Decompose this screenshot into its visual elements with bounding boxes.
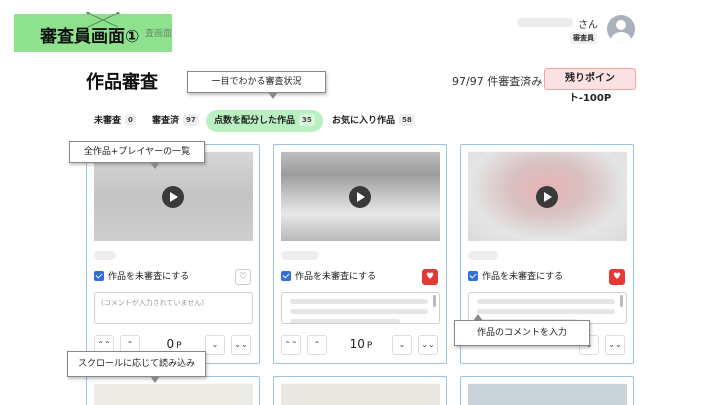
tab-count: 97 [183,114,199,126]
review-progress: 97/97 件審査済み [452,75,543,88]
unreviewed-checkbox-label: 作品を未審査にする [482,272,564,282]
tab-favorites[interactable]: お気に入り作品 58 [332,110,415,132]
work-card [460,376,634,405]
work-card [86,376,260,405]
chevron-down-icon[interactable]: ⌄ [205,335,225,355]
video-thumbnail[interactable] [94,152,253,241]
user-name-blurred [517,18,573,27]
callout-glance: 一目でわかる審査状況 [187,71,326,99]
work-name-blurred [94,251,116,260]
callout-comment-input: 作品のコメントを入力 [454,314,590,346]
double-chevron-up-icon[interactable]: ⌃⌃ [281,335,301,355]
double-chevron-down-icon[interactable]: ⌄⌄ [605,335,625,355]
user-avatar-icon[interactable] [607,15,635,43]
video-thumbnail[interactable] [94,384,253,405]
video-thumbnail[interactable] [468,384,627,405]
callout-scroll-load: スクロールに応じて読み込み [67,351,206,383]
user-honorific: さん [578,20,598,31]
play-icon[interactable] [349,186,371,208]
user-role-badge: 審査員 [570,32,597,44]
double-chevron-down-icon[interactable]: ⌄⌄ [231,335,251,355]
tab-count: 0 [125,114,136,126]
heart-icon[interactable]: ♥ [609,269,625,285]
tab-reviewed[interactable]: 審査済 97 [152,110,199,132]
callout-all-works: 全作品+プレイヤーの一覧 [69,141,205,169]
heart-icon[interactable]: ♥ [422,269,438,285]
comment-placeholder: (コメントが入力されていません) [101,299,205,307]
remaining-points-badge: 残りポイント-100P [544,68,636,104]
work-card: 作品を未審査にする ♥ ⌃⌃ ⌃ 10 P ⌄ ⌄⌄ [273,144,447,364]
unreviewed-checkbox-label: 作品を未審査にする [295,272,377,282]
comment-field[interactable]: (コメントが入力されていません) [94,292,253,324]
tab-count: 35 [299,114,315,126]
unreviewed-checkbox[interactable] [281,271,291,281]
video-thumbnail[interactable] [281,152,440,241]
work-card [273,376,447,405]
chevron-up-icon[interactable]: ⌃ [307,335,327,355]
page-title: 作品審査 [86,72,158,93]
tab-points-allocated[interactable]: 点数を配分した作品 35 [206,110,323,132]
work-name-blurred [468,251,498,260]
heart-icon[interactable]: ♡ [235,269,251,285]
comment-field[interactable] [281,292,440,324]
banner-title: 審査員画面① [40,27,140,47]
unreviewed-checkbox[interactable] [94,271,104,281]
double-chevron-down-icon[interactable]: ⌄⌄ [418,335,438,355]
tab-unreviewed[interactable]: 未審査 0 [94,110,136,132]
unreviewed-checkbox[interactable] [468,271,478,281]
work-name-blurred [281,251,319,260]
unreviewed-checkbox-label: 作品を未審査にする [108,272,190,282]
video-thumbnail[interactable] [281,384,440,405]
play-icon[interactable] [162,186,184,208]
play-icon[interactable] [536,186,558,208]
points-value: 0P [166,337,182,351]
work-card: 作品を未審査にする ♡ (コメントが入力されていません) ⌃⌃ ⌃ 0P ⌄ ⌄… [86,144,260,364]
tab-count: 58 [399,114,415,126]
points-value: 10 P [349,337,373,351]
chevron-down-icon[interactable]: ⌄ [392,335,412,355]
banner-ghost-text: 査画面 [145,29,173,39]
video-thumbnail[interactable] [468,152,627,241]
